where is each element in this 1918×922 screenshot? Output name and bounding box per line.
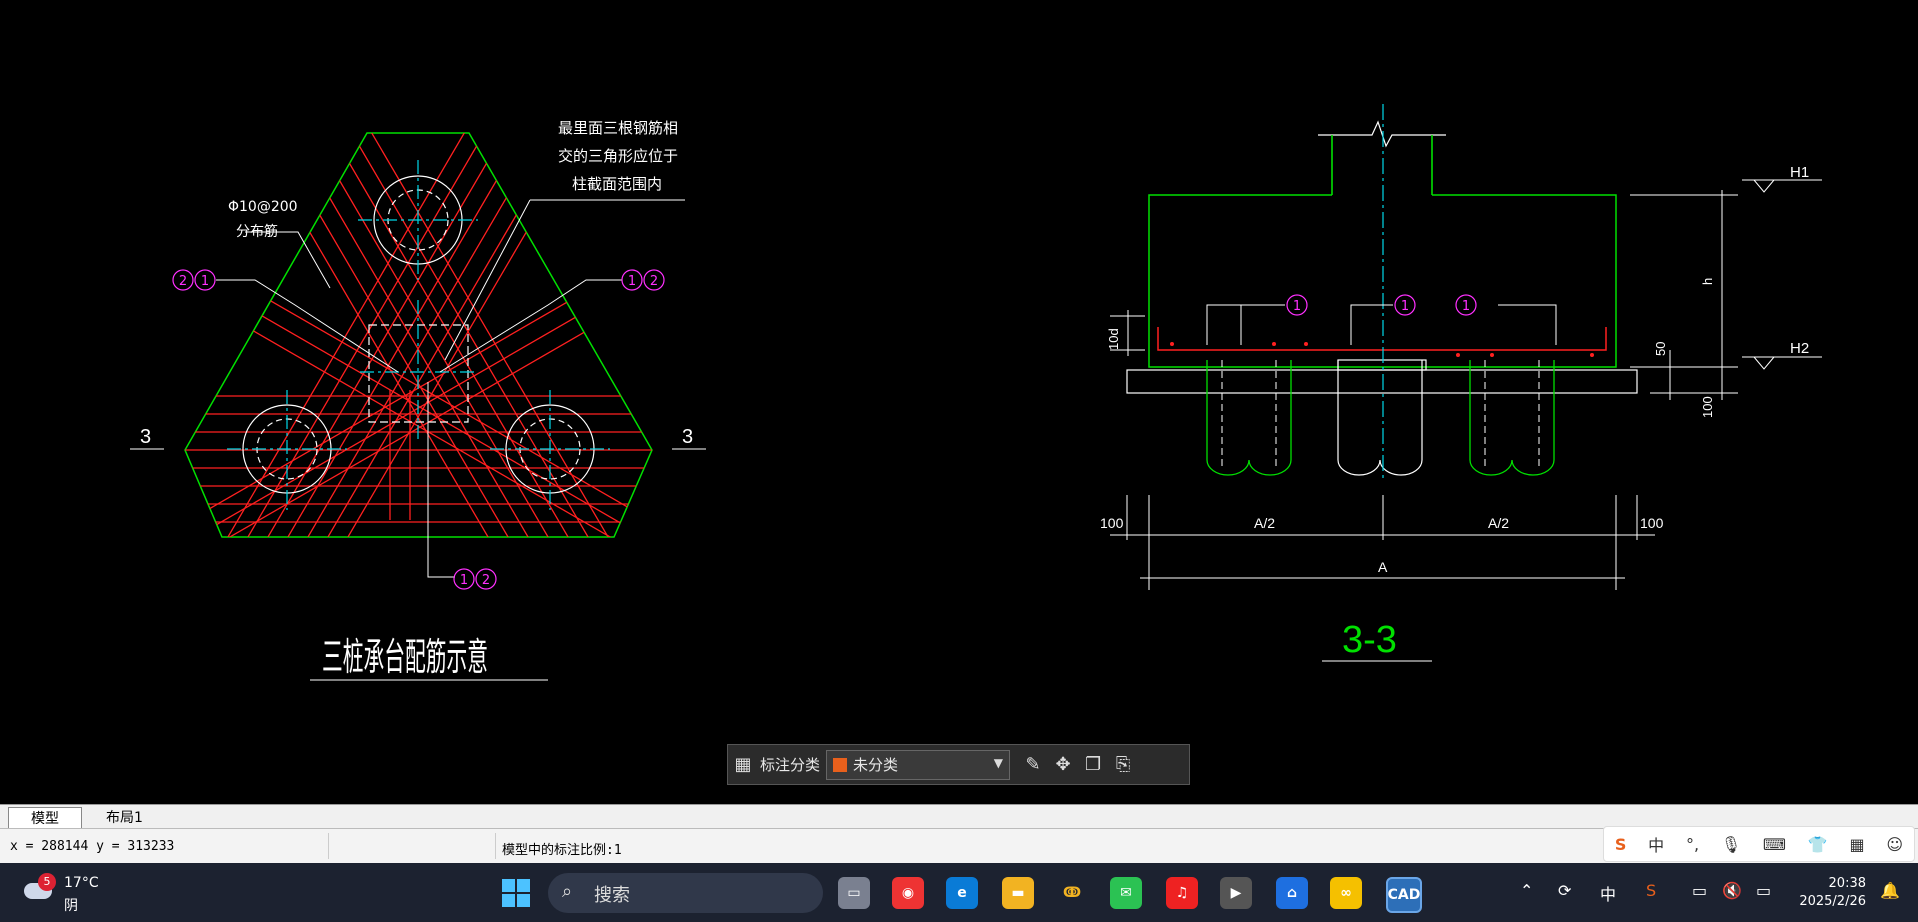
ime-lang-toggle[interactable]: 中	[1648, 832, 1664, 856]
app-swirl-icon[interactable]: ↂ	[1056, 877, 1088, 909]
cad-drawing-canvas[interactable]: 3 3 最里面三根钢筋相 交的三角形应位于 柱截面范围内 Φ10@200 分布筋…	[0, 0, 1918, 804]
search-icon: ⌕	[562, 881, 573, 902]
note-left-line1: Φ10@200	[228, 199, 298, 215]
notification-bell-icon[interactable]: 🔔	[1880, 881, 1900, 900]
chevron-up-icon[interactable]: ⌃	[1520, 881, 1533, 900]
bubble-label: 2	[650, 274, 658, 289]
temperature: 17°C	[64, 875, 99, 891]
center-pile	[1337, 359, 1427, 476]
sogou-tray-icon[interactable]: S	[1646, 881, 1656, 900]
volume-muted-icon[interactable]: 🔇	[1722, 881, 1742, 900]
section-mark-left: 3	[140, 426, 151, 448]
plan-title: 三桩承台配筋示意	[322, 635, 488, 679]
blinding-layer	[1126, 369, 1638, 394]
dim-50: 50	[1653, 342, 1668, 356]
note-top-line2: 交的三角形应位于	[558, 147, 678, 165]
windows-start-icon[interactable]	[500, 877, 532, 909]
section-leaders	[1206, 304, 1557, 345]
ime-punct-toggle[interactable]: °,	[1686, 835, 1699, 854]
sogou-logo-icon[interactable]: S	[1615, 835, 1627, 854]
bubble-label: 1	[1293, 299, 1301, 314]
bubble-label: 2	[179, 274, 187, 289]
file-explorer-icon[interactable]: ▬	[1002, 877, 1034, 909]
bubble-label: 1	[1401, 299, 1409, 314]
leader-lines	[216, 199, 685, 578]
microphone-icon[interactable]: 🎙	[1721, 835, 1741, 854]
chrome-icon[interactable]: ◉	[892, 877, 924, 909]
search-box[interactable]: ⌕ 搜索	[548, 873, 823, 913]
media-player-icon[interactable]: ▶	[1220, 877, 1252, 909]
bubble-label: 1	[201, 274, 209, 289]
clock-time: 20:38	[1828, 876, 1866, 891]
toolbox-icon[interactable]: ▦	[1849, 835, 1864, 854]
mascot-icon[interactable]: ☺	[1886, 835, 1903, 854]
dim-100-left: 100	[1100, 515, 1124, 531]
bubble-label: 2	[482, 573, 490, 588]
column-break	[1318, 120, 1446, 195]
paste-icon[interactable]: ⎘	[1108, 750, 1138, 780]
dim-a: A	[1378, 559, 1388, 575]
weather-condition: 阴	[64, 898, 78, 914]
dim-h: h	[1700, 278, 1715, 285]
dim-a2-left: A/2	[1254, 515, 1275, 531]
annotation-toolbar: ▦ 标注分类 未分类 ▼ ✎ ✥ ❐ ⎘	[727, 744, 1190, 785]
section-title: 3-3	[1342, 619, 1397, 661]
sync-icon[interactable]: ⟳	[1558, 881, 1571, 900]
dim-10d: 10d	[1106, 328, 1121, 350]
horizontal-dimensions	[1110, 495, 1655, 590]
keyboard-icon[interactable]: ⌨	[1763, 835, 1786, 854]
bubble-label: 1	[460, 573, 468, 588]
move-icon[interactable]: ✥	[1048, 750, 1078, 780]
note-top-line3: 柱截面范围内	[572, 175, 662, 193]
clock-date: 2025/2/26	[1799, 894, 1866, 909]
display-icon[interactable]: ▭	[1692, 881, 1707, 900]
app-yellow-icon[interactable]: ∞	[1330, 877, 1362, 909]
section-mark-right: 3	[682, 426, 693, 448]
level-h1: H1	[1790, 164, 1809, 181]
pile-cap-plan: 3 3 最里面三根钢筋相 交的三角形应位于 柱截面范围内 Φ10@200 分布筋…	[130, 119, 706, 681]
battery-icon[interactable]: ▭	[1756, 881, 1771, 900]
cad-app-icon[interactable]: CAD	[1386, 877, 1422, 913]
app-blue-icon[interactable]: ⌂	[1276, 877, 1308, 909]
tray-lang-indicator[interactable]: 中	[1600, 881, 1616, 905]
ime-toolbar: S 中 °, 🎙 ⌨ 👕 ▦ ☺	[1603, 826, 1915, 862]
tab-layout1[interactable]: 布局1	[84, 807, 165, 829]
bottom-rebar	[1157, 327, 1607, 351]
dim-100-right: 100	[1640, 515, 1664, 531]
bubble-label: 1	[1462, 299, 1470, 314]
bubble-label: 1	[628, 274, 636, 289]
taskbar: 5 17°C 阴 ⌕ 搜索 ▭ ◉ e ▬ ↂ ✉ ♫ ▶ ⌂ ∞ CAD ⌃ …	[0, 863, 1918, 922]
dim-100-vertical: 100	[1700, 396, 1715, 418]
skin-icon[interactable]: 👕	[1808, 835, 1828, 854]
annotation-scale-text: 模型中的标注比例:1	[502, 843, 622, 858]
note-left-line2: 分布筋	[236, 223, 278, 240]
note-top-line1: 最里面三根钢筋相	[558, 119, 678, 137]
tab-model[interactable]: 模型	[8, 807, 82, 830]
annotation-category-label: 标注分类	[760, 756, 821, 774]
netease-music-icon[interactable]: ♫	[1166, 877, 1198, 909]
dim-a2-right: A/2	[1488, 515, 1509, 531]
chevron-down-icon: ▼	[993, 755, 1004, 770]
task-view-icon[interactable]: ▭	[838, 877, 870, 909]
pile-dashed-lines	[1221, 360, 1540, 470]
system-clock[interactable]: 20:38 2025/2/26	[1799, 875, 1866, 911]
grid-icon[interactable]: ▦	[728, 750, 758, 780]
copy-icon[interactable]: ❐	[1078, 750, 1108, 780]
coordinate-readout: x = 288144 y = 313233	[10, 839, 175, 854]
notification-badge: 5	[38, 873, 56, 891]
level-h2: H2	[1790, 340, 1809, 357]
edge-icon[interactable]: e	[946, 877, 978, 909]
section-3-3: 1 1 1 H1 H2 h 50 100 10d 100 A/2 A/2 100…	[1100, 104, 1822, 662]
search-placeholder: 搜索	[594, 885, 630, 906]
category-color-swatch	[833, 757, 848, 772]
annotation-category-select[interactable]: 未分类 ▼	[826, 749, 1011, 780]
pile-sections	[1206, 360, 1555, 476]
category-selected-value: 未分类	[853, 756, 899, 774]
edit-icon[interactable]: ✎	[1018, 750, 1048, 780]
wechat-icon[interactable]: ✉	[1110, 877, 1142, 909]
